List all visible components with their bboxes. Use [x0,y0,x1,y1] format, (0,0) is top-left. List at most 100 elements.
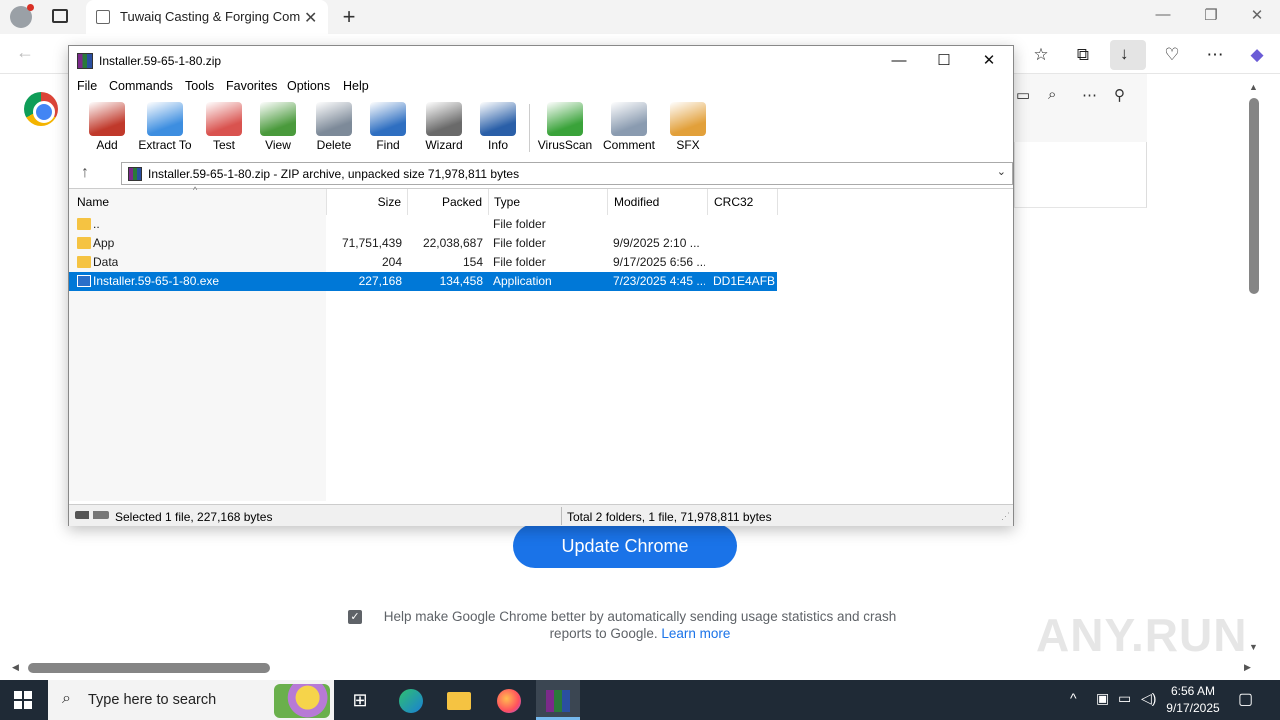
toolbar-find-button[interactable]: Find [358,102,418,156]
clock-time: 6:56 AM [1170,684,1216,698]
horizontal-scrollbar-thumb[interactable] [28,663,270,673]
back-arrow-icon[interactable]: ← [16,42,34,63]
update-chrome-button[interactable]: Update Chrome [513,524,737,568]
more-icon[interactable]: ⋯ [1082,86,1097,104]
toolbar-test-button[interactable]: Test [194,102,254,156]
task-view-icon[interactable]: ⊞ [338,680,382,720]
column-header-crc32[interactable]: CRC32 [708,189,778,215]
scroll-down-arrow-icon[interactable]: ▼ [1249,642,1258,652]
scroll-up-arrow-icon[interactable]: ▲ [1249,82,1258,92]
file-packed: 22,038,687 [422,236,483,250]
file-modified: 9/17/2025 6:56 ... [613,255,705,269]
edge-taskbar-icon[interactable] [389,680,433,720]
toolbar-virusscan-button[interactable]: VirusScan [535,102,595,156]
file-row-data[interactable]: Data 204 154 File folder 9/17/2025 6:56 … [69,253,777,272]
toolbar-info-button[interactable]: Info [468,102,528,156]
browser-minimize-button[interactable]: — [1148,6,1178,23]
drive-icon[interactable] [75,511,109,519]
search-icon[interactable]: ⌕ [1048,86,1056,103]
profile-avatar[interactable] [10,4,34,28]
tab-actions-icon[interactable] [52,9,68,23]
show-hidden-icons-icon[interactable]: ^ [1070,690,1077,706]
open-folder-icon[interactable]: ▭ [1016,86,1030,104]
toolbar-delete-button[interactable]: Delete [304,102,364,156]
new-tab-button[interactable]: + [338,4,360,30]
menu-commands[interactable]: Commands [109,79,173,93]
download-icon: ↓ [1120,44,1129,63]
notifications-icon[interactable]: ▢ [1238,689,1253,709]
copilot-icon[interactable]: ◆ [1242,42,1272,68]
browser-restore-button[interactable]: ❐ [1196,6,1226,24]
winrar-title: Installer.59-65-1-80.zip [99,54,222,68]
browser-tab[interactable]: Tuwaiq Casting & Forging Company ✕ [86,0,328,34]
info-icon [480,102,516,136]
collections-icon[interactable]: ⧉ [1068,42,1098,68]
archive-path-field[interactable]: Installer.59-65-1-80.zip - ZIP archive, … [121,162,1013,185]
toolbar-sfx-label: SFX [676,138,700,152]
column-header-modified[interactable]: Modified [608,189,708,215]
file-row-parent[interactable]: .. File folder [69,215,777,234]
path-dropdown-icon[interactable]: ⌄ [997,165,1006,178]
up-one-level-icon[interactable]: ↑ [81,164,89,182]
menu-tools[interactable]: Tools [185,79,214,93]
column-header-packed[interactable]: Packed [408,189,488,215]
menu-options[interactable]: Options [287,79,330,93]
taskbar-clock[interactable]: 6:56 AM 9/17/2025 [1158,683,1228,717]
pin-icon[interactable]: ⚲ [1114,86,1125,104]
toolbar-test-label: Test [212,138,235,152]
search-highlight-image [274,684,330,718]
vertical-scrollbar-thumb[interactable] [1249,98,1259,294]
winrar-title-bar[interactable]: Installer.59-65-1-80.zip — ☐ ✕ [69,46,1013,76]
resize-grip-icon[interactable]: ⋰ [1001,511,1010,522]
anyrun-watermark: ANY.RUN [1036,609,1248,661]
toolbar-view-button[interactable]: View [248,102,308,156]
scroll-right-arrow-icon[interactable]: ▶ [1244,662,1251,673]
column-header-size[interactable]: Size [327,189,407,215]
file-row-installer-selected[interactable]: Installer.59-65-1-80.exe 227,168 134,458… [69,272,777,291]
volume-icon[interactable]: ◁) [1141,690,1156,707]
device-icon[interactable]: ▣ [1096,690,1109,707]
menu-favorites[interactable]: Favorites [226,79,277,93]
folder-icon [77,237,91,249]
winrar-minimize-button[interactable]: — [879,50,919,72]
browser-tab-bar: Tuwaiq Casting & Forging Company ✕ + — ❐… [0,0,1280,34]
toolbar-view-label: View [265,138,291,152]
column-header-name[interactable]: Name [71,189,326,215]
column-header-type[interactable]: Type [488,189,608,215]
toolbar-add-button[interactable]: Add [77,102,137,156]
firefox-taskbar-icon[interactable] [487,680,531,720]
windows-start-icon[interactable] [14,691,32,709]
sfx-icon [670,102,706,136]
menu-file[interactable]: File [77,79,97,93]
winrar-maximize-button[interactable]: ☐ [924,50,964,72]
toolbar-comment-button[interactable]: Comment [599,102,659,156]
file-name: .. [93,217,100,231]
winrar-taskbar-icon[interactable] [536,680,580,720]
winrar-window: Installer.59-65-1-80.zip — ☐ ✕ File Comm… [68,45,1014,526]
favorites-icon[interactable]: ☆ [1026,42,1056,68]
toolbar-extract-label: Extract To [138,138,192,152]
usage-stats-text: Help make Google Chrome better by automa… [380,608,900,642]
network-icon[interactable]: ▭ [1118,690,1131,707]
file-row-app[interactable]: App 71,751,439 22,038,687 File folder 9/… [69,234,777,253]
taskbar-search-box[interactable]: ⌕ Type here to search [48,680,334,720]
toolbar-sfx-button[interactable]: SFX [658,102,718,156]
scroll-left-arrow-icon[interactable]: ◀ [12,662,19,673]
winrar-close-button[interactable]: ✕ [969,50,1009,72]
downloads-button[interactable]: ↓ [1110,40,1146,70]
file-type: File folder [493,217,546,231]
file-explorer-taskbar-icon[interactable] [437,680,481,720]
menu-help[interactable]: Help [343,79,369,93]
tab-close-icon[interactable]: ✕ [304,8,317,28]
column-separator[interactable] [777,189,778,215]
winrar-address-bar: ↑ Installer.59-65-1-80.zip - ZIP archive… [69,162,1013,186]
usage-stats-checkbox[interactable]: ✓ [348,610,362,624]
browser-close-button[interactable]: ✕ [1242,6,1272,24]
browser-essentials-icon[interactable]: ♡ [1157,42,1187,68]
file-crc32: DD1E4AFB [713,274,776,288]
learn-more-link[interactable]: Learn more [661,626,730,641]
more-options-icon[interactable]: ⋯ [1200,42,1230,68]
toolbar-find-label: Find [376,138,400,152]
toolbar-extract-button[interactable]: Extract To [135,102,195,156]
toolbar-wizard-button[interactable]: Wizard [414,102,474,156]
